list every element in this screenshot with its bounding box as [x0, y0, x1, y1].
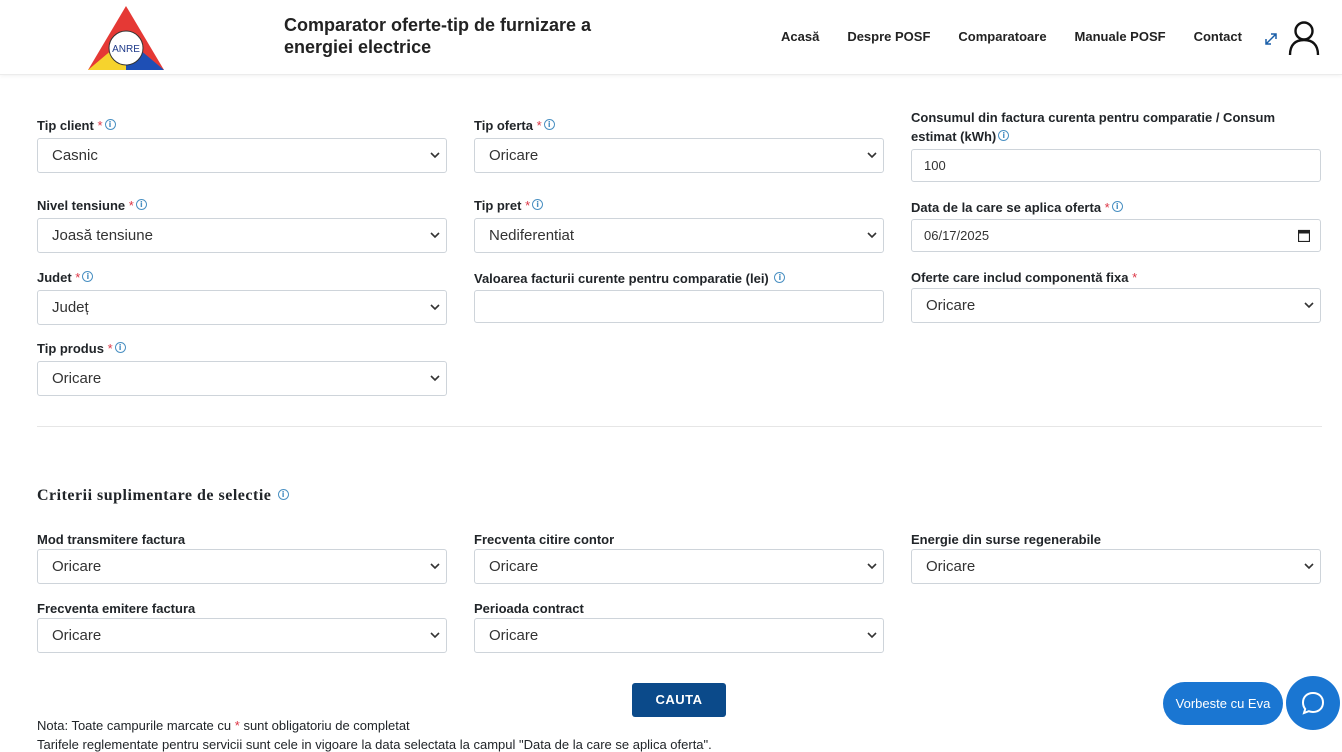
chevron-down-icon	[867, 232, 877, 239]
info-icon[interactable]: i	[104, 119, 116, 130]
info-icon[interactable]: i	[114, 342, 126, 353]
consum-input[interactable]: 100	[911, 149, 1321, 182]
judet-select[interactable]: Județ	[37, 290, 447, 325]
chevron-down-icon	[430, 375, 440, 382]
chevron-down-icon	[430, 232, 440, 239]
info-icon[interactable]: i	[532, 199, 544, 210]
perioada-contract-label: Perioada contract	[474, 601, 584, 616]
nav-manuale-posf[interactable]: Manuale POSF	[1075, 29, 1166, 44]
chevron-down-icon	[430, 632, 440, 639]
chevron-down-icon	[867, 563, 877, 570]
frecventa-citire-label: Frecventa citire contor	[474, 532, 615, 547]
judet-label: Judet * i	[37, 268, 94, 287]
mod-transmitere-select[interactable]: Oricare	[37, 549, 447, 584]
chevron-down-icon	[867, 152, 877, 159]
info-icon[interactable]: i	[135, 199, 147, 210]
perioada-contract-select[interactable]: Oricare	[474, 618, 884, 653]
frecventa-emitere-select[interactable]: Oricare	[37, 618, 447, 653]
tip-oferta-label: Tip oferta * i	[474, 116, 555, 135]
valoare-factura-input[interactable]	[474, 290, 884, 323]
componenta-fixa-select[interactable]: Oricare	[911, 288, 1321, 323]
info-icon[interactable]: i	[774, 272, 786, 283]
valoare-factura-label: Valoarea facturii curente pentru compara…	[474, 269, 786, 288]
info-icon[interactable]: i	[543, 119, 555, 130]
tip-produs-label: Tip produs * i	[37, 339, 126, 358]
nivel-tensiune-select[interactable]: Joasă tensiune	[37, 218, 447, 253]
chevron-down-icon	[430, 304, 440, 311]
nav-acasa[interactable]: Acasă	[781, 29, 819, 44]
chevron-down-icon	[430, 563, 440, 570]
user-icon[interactable]	[1287, 20, 1321, 56]
tip-pret-label: Tip pret * i	[474, 196, 544, 215]
chat-eva-button[interactable]: Vorbeste cu Eva	[1163, 682, 1283, 725]
consum-label: Consumul din factura curenta pentru comp…	[911, 110, 1276, 144]
section-divider	[37, 426, 1322, 427]
chevron-down-icon	[1304, 302, 1314, 309]
data-aplicare-input[interactable]: 06/17/2025	[911, 219, 1321, 252]
info-icon[interactable]: i	[82, 271, 94, 282]
chat-bubble-icon	[1301, 691, 1325, 715]
energie-regenerabila-label: Energie din surse regenerabile	[911, 532, 1102, 547]
nav-despre-posf[interactable]: Despre POSF	[847, 29, 930, 44]
info-icon[interactable]: i	[277, 489, 289, 500]
tip-pret-select[interactable]: Nediferentiat	[474, 218, 884, 253]
search-button[interactable]: CAUTA	[632, 683, 726, 717]
mod-transmitere-label: Mod transmitere factura	[37, 532, 186, 547]
info-icon[interactable]: i	[998, 130, 1010, 141]
anre-logo[interactable]: ANRE	[86, 4, 166, 72]
required-note: Nota: Toate campurile marcate cu * sunt …	[37, 718, 410, 733]
chevron-down-icon	[867, 632, 877, 639]
data-aplicare-label: Data de la care se aplica oferta * i	[911, 198, 1123, 217]
info-icon[interactable]: i	[1111, 201, 1123, 212]
site-title: Comparator oferte-tip de furnizare a ene…	[284, 15, 592, 57]
site-header: ANRE Comparator oferte-tip de furnizare …	[0, 0, 1342, 75]
expand-icon[interactable]	[1262, 30, 1280, 48]
svg-text:ANRE: ANRE	[112, 44, 140, 55]
chevron-down-icon	[430, 152, 440, 159]
nivel-tensiune-label: Nivel tensiune * i	[37, 196, 147, 215]
nav-contact[interactable]: Contact	[1194, 29, 1242, 44]
chevron-down-icon	[1304, 563, 1314, 570]
nav-comparatoare[interactable]: Comparatoare	[958, 29, 1046, 44]
tip-oferta-select[interactable]: Oricare	[474, 138, 884, 173]
chat-launcher[interactable]	[1286, 676, 1340, 730]
extra-criteria-title: Criterii suplimentare de selectie i	[37, 487, 289, 505]
frecventa-emitere-label: Frecventa emitere factura	[37, 601, 196, 616]
tip-produs-select[interactable]: Oricare	[37, 361, 447, 396]
tip-client-label: Tip client * i	[37, 116, 116, 135]
energie-regenerabila-select[interactable]: Oricare	[911, 549, 1321, 584]
tip-client-select[interactable]: Casnic	[37, 138, 447, 173]
componenta-fixa-label: Oferte care includ componentă fixa *	[911, 270, 1138, 285]
frecventa-citire-select[interactable]: Oricare	[474, 549, 884, 584]
calendar-icon[interactable]	[1298, 229, 1310, 242]
main-nav: Acasă Despre POSF Comparatoare Manuale P…	[781, 29, 1270, 44]
